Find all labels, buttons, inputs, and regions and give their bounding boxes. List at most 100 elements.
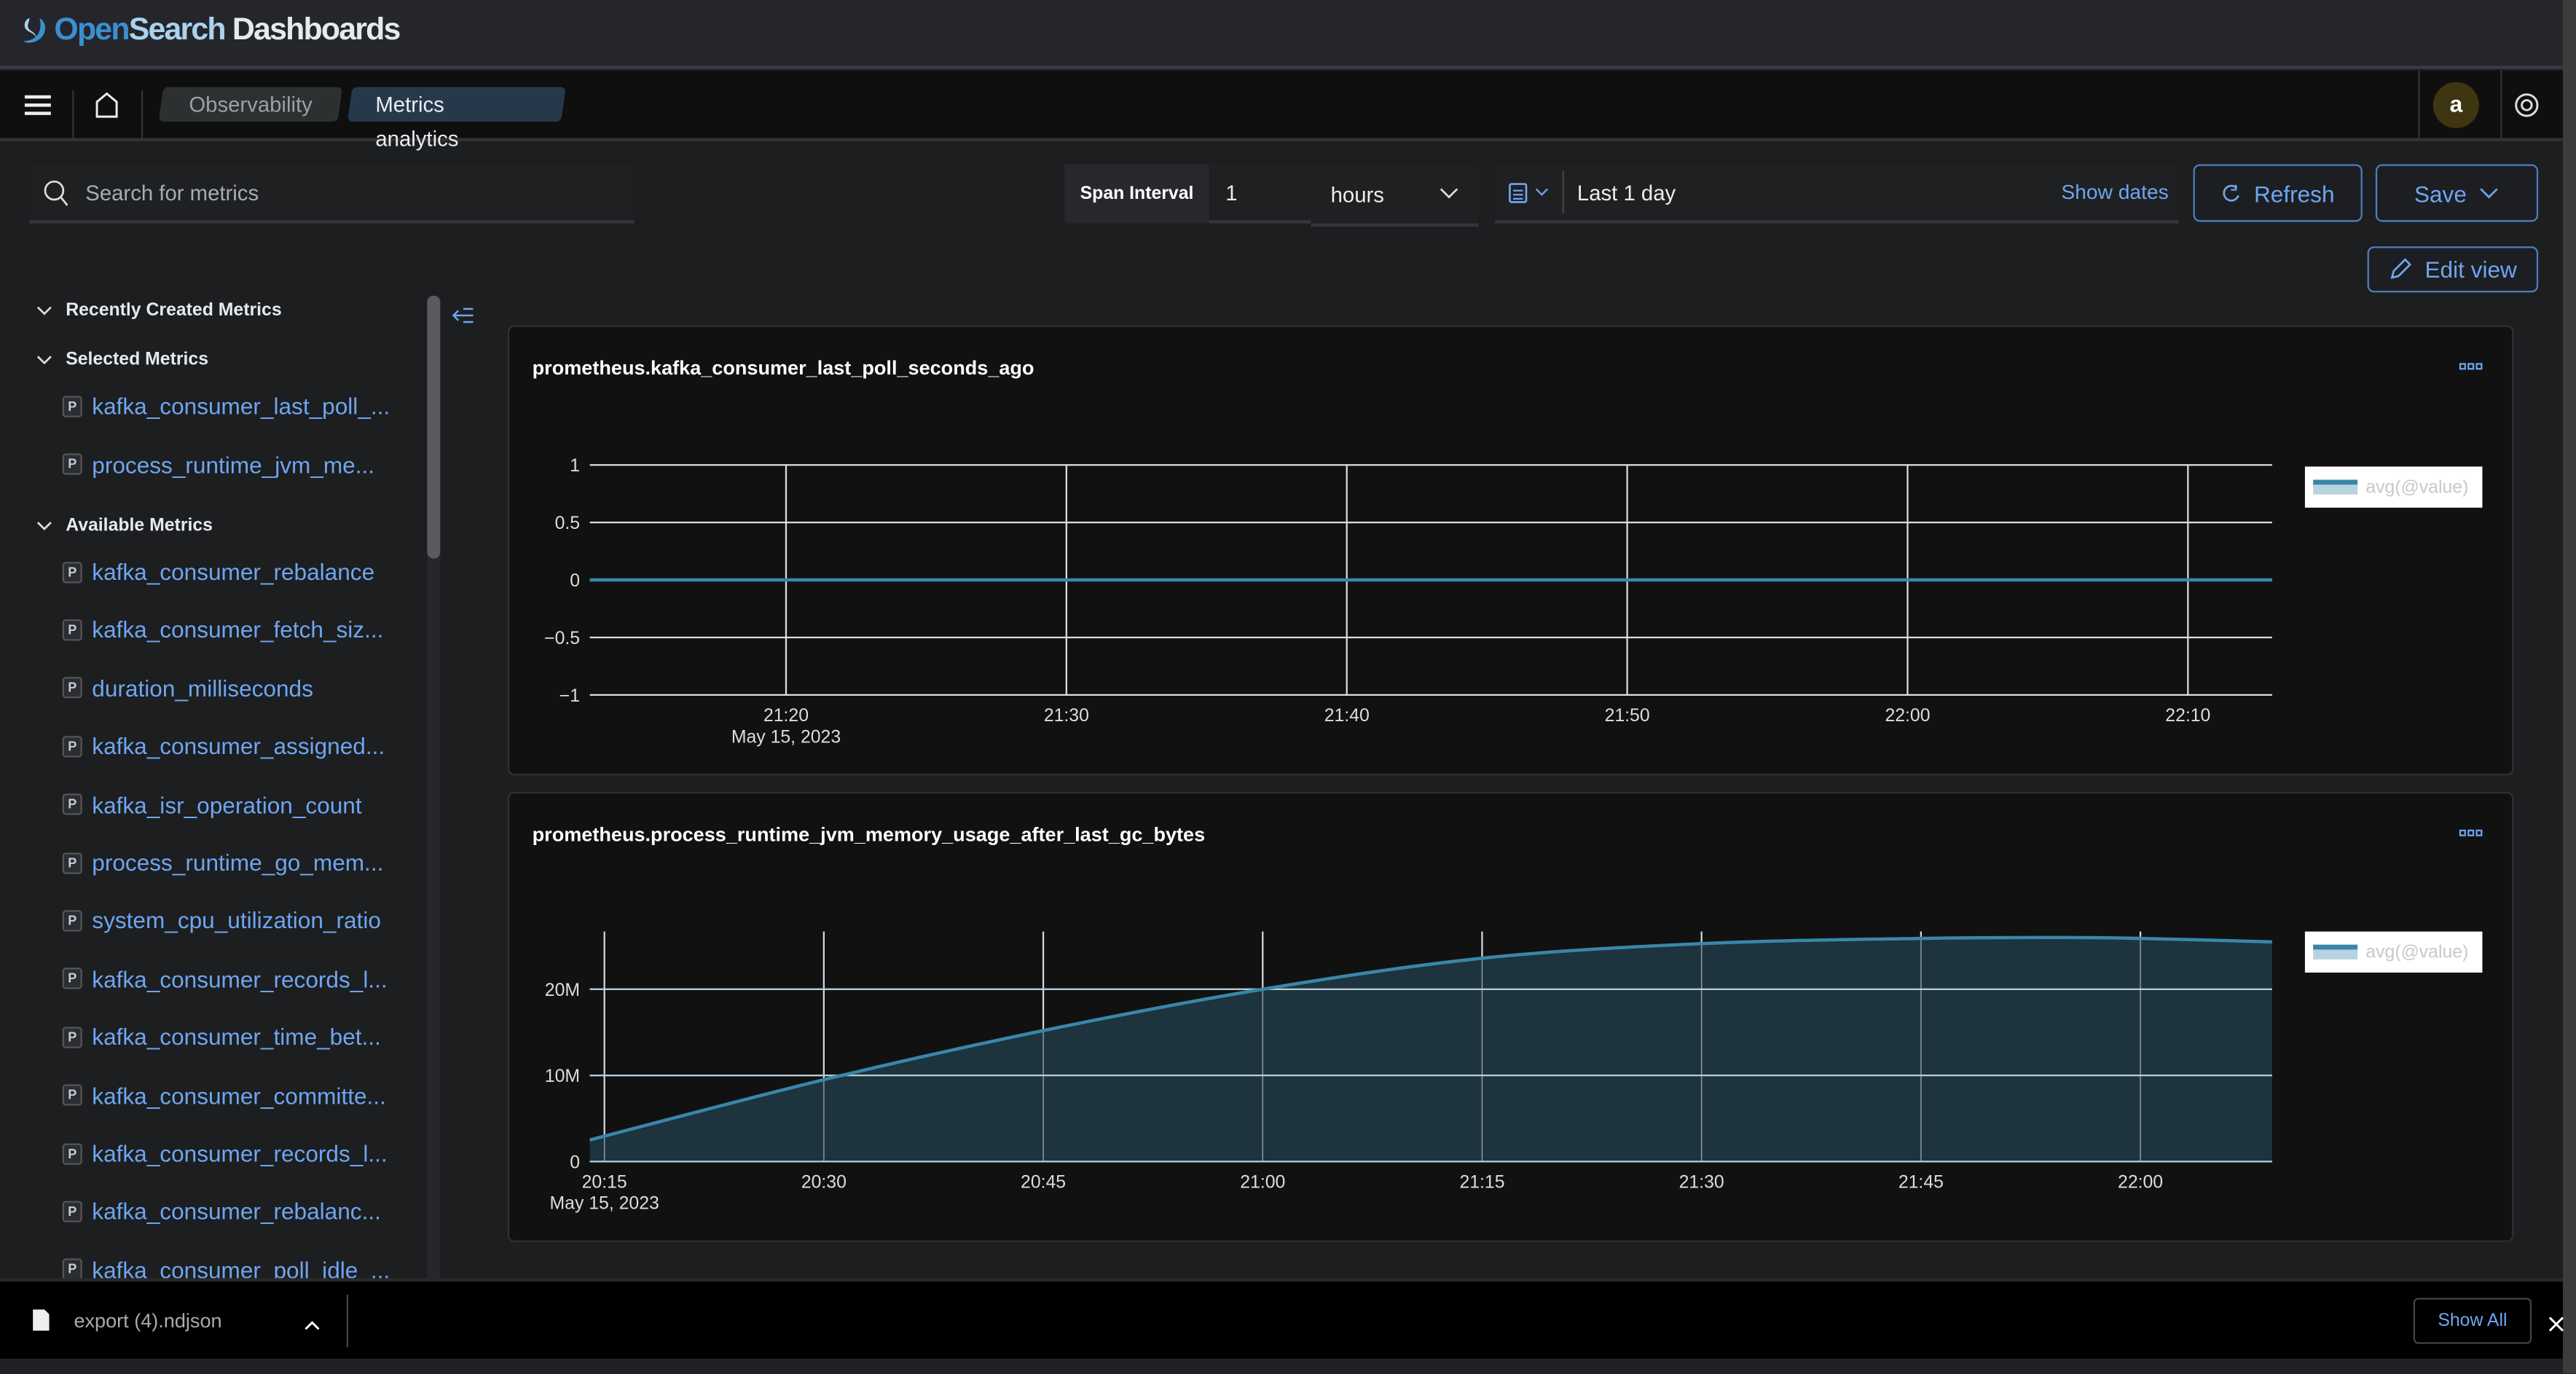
metric-list-item[interactable]: Pkafka_consumer_rebalance [62,558,375,585]
metrics-search[interactable] [29,164,635,224]
prometheus-badge: P [62,395,82,417]
y-tick-label: 1 [570,456,580,476]
refresh-label: Refresh [2253,179,2335,207]
x-tick-label: 21:40 [1324,706,1370,726]
x-tick-label: 21:00 [1240,1172,1285,1192]
tree-header-label: Recently Created Metrics [66,300,282,321]
metric-list-item[interactable]: Pkafka_consumer_poll_idle_... [62,1256,390,1279]
prometheus-badge: P [62,453,82,475]
metric-list-item[interactable]: Pprocess_runtime_jvm_me... [62,451,375,478]
metric-list-item[interactable]: Pkafka_consumer_assigned... [62,733,385,759]
help-icon[interactable] [2513,92,2540,126]
prometheus-badge: P [62,735,82,757]
status-strip [0,1358,2563,1374]
metric-name: kafka_consumer_fetch_siz... [92,616,384,643]
tree-available-metrics[interactable]: Available Metrics [36,516,213,535]
date-range-value: Last 1 day [1576,179,1676,205]
legend-label: avg(@value) [2365,477,2469,498]
metric-list-item[interactable]: Pkafka_consumer_records_l... [62,1140,388,1167]
metric-list-item[interactable]: Pkafka_consumer_records_l... [62,966,388,992]
breadcrumb-metrics-analytics[interactable]: Metrics analytics [347,87,566,151]
metric-name: kafka_consumer_committe... [92,1082,386,1109]
chart-legend[interactable]: avg(@value) [2304,466,2483,508]
metric-name: kafka_consumer_poll_idle_... [92,1256,390,1279]
x-tick-label: 21:50 [1605,706,1650,726]
opensearch-logo[interactable]: OpenSearch Dashboards [20,13,401,50]
prometheus-badge: P [62,677,82,699]
avatar[interactable]: a [2432,82,2479,128]
metric-list-item[interactable]: Pkafka_isr_operation_count [62,791,362,817]
legend-swatch [2313,944,2358,959]
tree-recently-created[interactable]: Recently Created Metrics [36,301,282,321]
download-item[interactable]: export (4).ndjson [74,1309,221,1332]
show-dates-link[interactable]: Show dates [2061,181,2178,204]
scrollbar-thumb[interactable] [427,295,441,559]
logo-text: OpenSearch Dashboards [54,13,401,48]
chart-kafka-last-poll: 21:20 21:30 21:40 21:50 22:00 22:10 1 0.5 0 −0.5 −… [544,456,2273,747]
edit-view-button[interactable]: Edit view [2367,246,2539,293]
date-picker[interactable]: Last 1 day Show dates [1495,164,2179,224]
prometheus-badge: P [62,619,82,641]
date-quick-menu-button[interactable] [1495,170,1564,214]
chevron-down-icon [36,355,52,364]
downloads-bar: export (4).ndjson Show All [0,1278,2565,1359]
x-tick-label: 20:15 [582,1172,627,1192]
page-scrollbar[interactable] [2562,0,2576,1374]
prometheus-badge: P [62,1201,82,1222]
span-interval-input[interactable]: 1 [1209,164,1311,224]
metric-list-item[interactable]: Pkafka_consumer_time_bet... [62,1024,381,1050]
metric-list-item[interactable]: Pduration_milliseconds [62,675,313,702]
y-tick-label: 0 [570,1153,580,1172]
nav-bar: Observability Metrics analytics a [0,70,2563,151]
metric-list-item[interactable]: Pkafka_consumer_fetch_siz... [62,616,384,643]
refresh-button[interactable]: Refresh [2193,164,2363,222]
x-tick-label: 22:00 [2118,1172,2163,1192]
metric-list-item[interactable]: Pkafka_consumer_committe... [62,1082,386,1109]
tree-selected-metrics[interactable]: Selected Metrics [36,350,208,369]
metric-name: kafka_consumer_records_l... [92,1140,388,1167]
save-button[interactable]: Save [2375,164,2539,222]
collapse-sidebar-icon[interactable] [452,304,475,334]
breadcrumb-label: Observability [189,92,313,117]
edit-view-label: Edit view [2424,256,2517,283]
metric-list-item[interactable]: Pprocess_runtime_go_mem... [62,849,383,876]
span-unit-select[interactable]: hours [1311,164,1479,227]
series-area [589,937,2272,1162]
prometheus-badge: P [62,561,82,583]
breadcrumb-label: Metrics analytics [375,92,459,152]
chart-legend[interactable]: avg(@value) [2304,931,2483,973]
search-input[interactable] [85,179,578,205]
calendar-icon [1509,183,1528,203]
x-tick-label: 21:20 [763,706,809,726]
home-icon[interactable] [95,92,119,126]
sidebar-scrollbar[interactable] [427,295,441,1279]
divider [346,1295,349,1348]
prometheus-badge: P [62,1142,82,1164]
y-tick-label: −1 [559,686,580,706]
metric-name: kafka_consumer_rebalance [92,558,375,585]
show-all-button[interactable]: Show All [2413,1298,2532,1344]
metric-name: process_runtime_jvm_me... [92,451,375,478]
legend-label: avg(@value) [2365,942,2469,962]
metric-list-item[interactable]: Psystem_cpu_utilization_ratio [62,908,381,934]
x-tick-label: 21:30 [1044,706,1089,726]
span-interval-label: Span Interval [1064,164,1209,224]
close-icon[interactable] [2548,1311,2565,1341]
metric-list-item[interactable]: Pkafka_consumer_last_poll_... [62,392,390,420]
divider [2500,70,2502,141]
y-tick-label: 20M [545,981,580,1000]
menu-icon[interactable] [24,94,51,125]
metric-list-item[interactable]: Pkafka_consumer_rebalanc... [62,1198,381,1225]
metric-name: duration_milliseconds [92,675,313,702]
metric-name: kafka_consumer_last_poll_... [92,392,390,420]
breadcrumb-observability[interactable]: Observability [158,87,343,122]
app-root: OpenSearch Dashboards Observability Metr… [0,0,2576,1374]
divider [2418,70,2420,141]
y-tick-label: −0.5 [544,629,580,648]
pencil-icon [2390,258,2412,279]
chevron-up-icon[interactable] [304,1311,321,1341]
x-tick-label: 22:00 [1885,706,1930,726]
x-date-label: May 15, 2023 [731,727,841,747]
divider [72,90,74,141]
y-tick-label: 0.5 [555,514,580,533]
